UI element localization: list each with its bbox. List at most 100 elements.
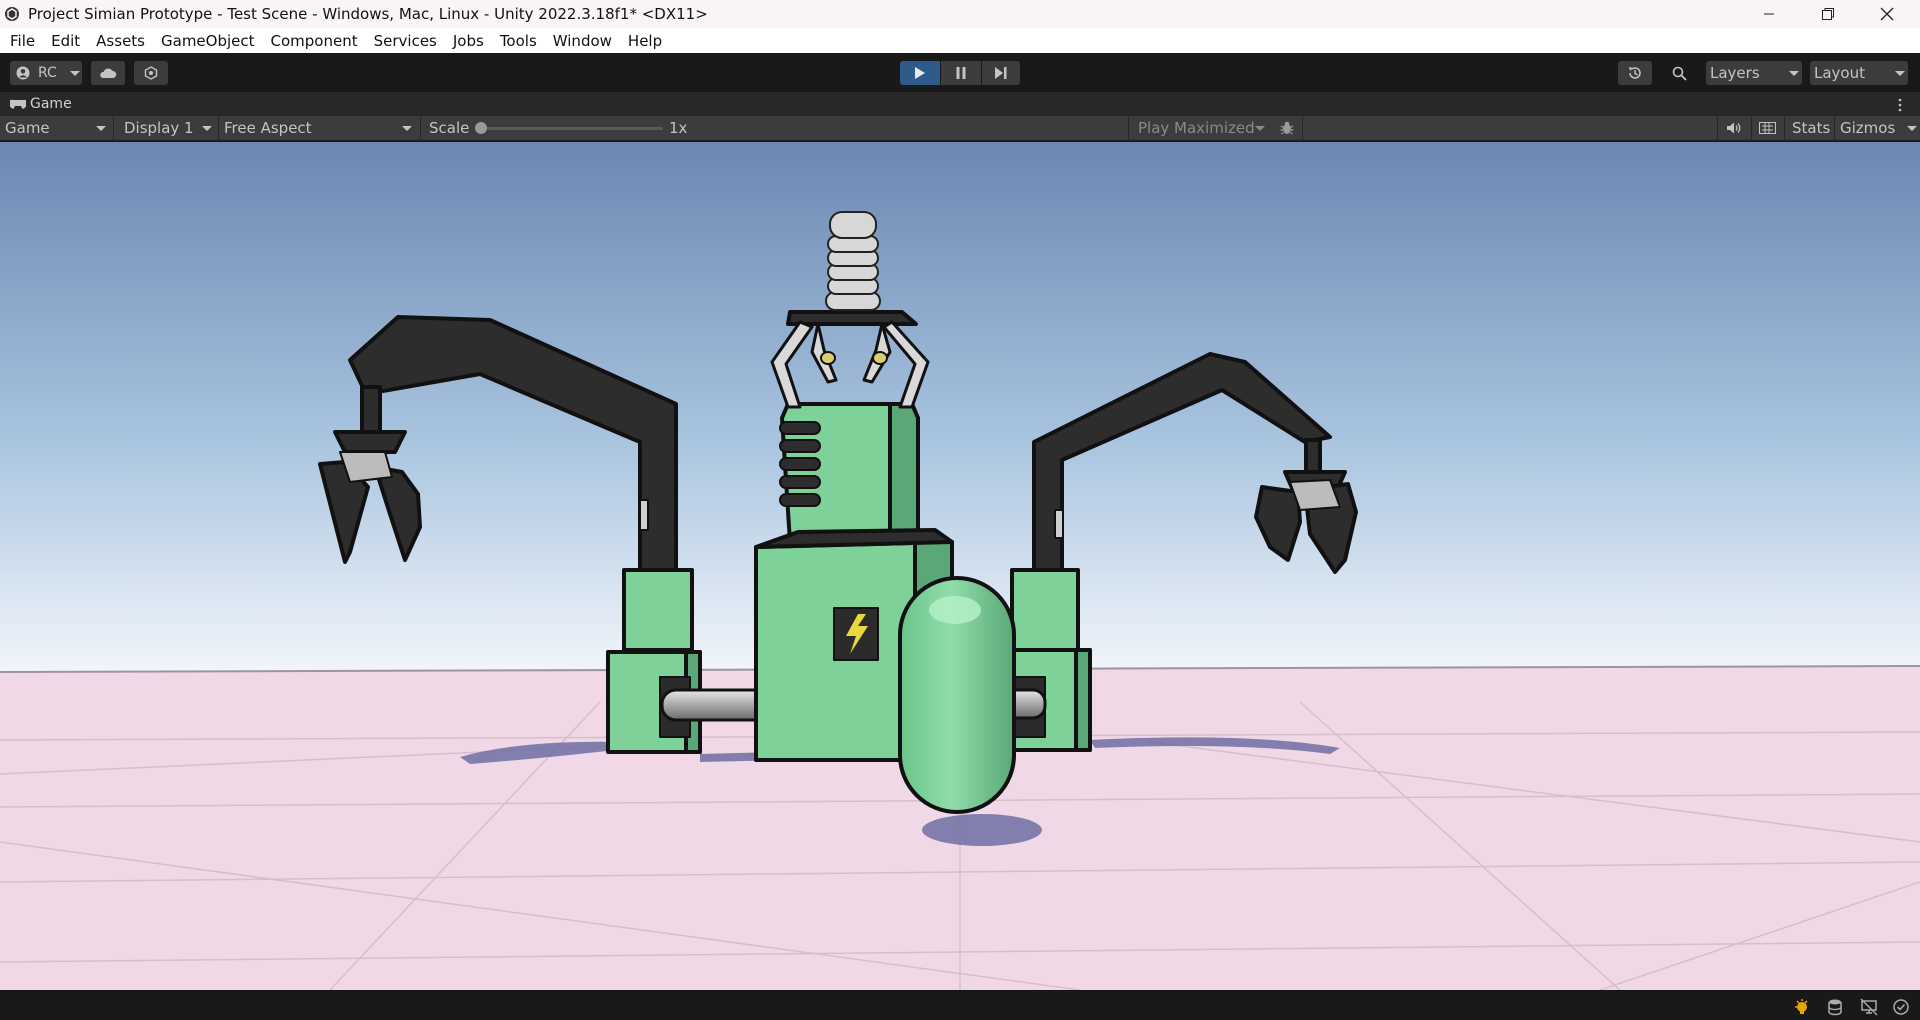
cache-server-button[interactable] [1826, 998, 1844, 1016]
gamepad-icon [10, 99, 26, 109]
head-spring [825, 211, 881, 311]
network-icon [1860, 998, 1878, 1016]
scale-slider-thumb[interactable] [475, 122, 487, 134]
unity-logo-icon [5, 7, 19, 21]
game-view-toolbar: Game Display 1 Free Aspect Scale 1x Play… [0, 116, 1920, 141]
stats-button[interactable]: Stats [1792, 119, 1830, 137]
undo-history-button[interactable] [1618, 61, 1652, 85]
progress-status-button[interactable] [1892, 998, 1910, 1016]
menu-help[interactable]: Help [620, 32, 670, 50]
tab-options-menu[interactable] [1896, 97, 1904, 112]
aspect-label: Free Aspect [224, 119, 312, 137]
minimize-icon [1764, 13, 1774, 15]
layers-label: Layers [1710, 64, 1760, 82]
cloud-button[interactable] [91, 61, 125, 85]
gizmos-label: Gizmos [1840, 119, 1896, 137]
tab-game[interactable]: Game [10, 96, 72, 112]
divider [1784, 116, 1785, 141]
game-scene [0, 142, 1920, 990]
view-mode-dropdown[interactable]: Game [0, 116, 112, 140]
account-icon [16, 66, 30, 80]
game-tab-bar: Game [0, 92, 1920, 116]
scale-slider[interactable] [475, 122, 663, 134]
account-label: RC [38, 65, 57, 81]
restore-icon [1822, 8, 1834, 20]
chevron-down-icon [1907, 126, 1917, 131]
menu-file[interactable]: File [0, 32, 43, 50]
play-icon [915, 67, 925, 79]
play-mode-label: Play Maximized [1138, 119, 1255, 137]
view-mode-label: Game [5, 119, 50, 137]
tab-game-label: Game [30, 96, 72, 112]
restore-button[interactable] [1799, 0, 1857, 28]
status-bar [0, 990, 1920, 1020]
keyboard-icon [1758, 122, 1776, 134]
chevron-down-icon [96, 126, 106, 131]
right-leg [1003, 568, 1092, 752]
more-vertical-icon [1898, 98, 1902, 112]
close-icon [1880, 7, 1894, 21]
history-icon [1629, 67, 1641, 79]
close-button[interactable] [1858, 0, 1916, 28]
chevron-down-icon [402, 126, 412, 131]
menu-window[interactable]: Window [545, 32, 620, 50]
search-button[interactable] [1662, 61, 1696, 85]
divider [1751, 116, 1752, 141]
menu-assets[interactable]: Assets [88, 32, 153, 50]
layout-dropdown[interactable]: Layout [1810, 61, 1908, 85]
main-toolbar: RC Layers Layout [0, 53, 1920, 92]
collab-icon [144, 66, 158, 80]
chevron-down-icon [1895, 71, 1905, 76]
bug-icon [1280, 121, 1294, 135]
check-circle-icon [1893, 999, 1909, 1015]
scale-value: 1x [669, 119, 688, 137]
menu-jobs[interactable]: Jobs [445, 32, 492, 50]
display-label: Display 1 [124, 119, 194, 137]
speaker-icon [1727, 122, 1741, 134]
display-dropdown[interactable]: Display 1 [119, 116, 217, 140]
chevron-down-icon [1789, 71, 1799, 76]
divider [113, 116, 114, 141]
menu-component[interactable]: Component [263, 32, 366, 50]
menu-bar: File Edit Assets GameObject Component Se… [0, 28, 1920, 53]
lightbulb-icon [1795, 999, 1808, 1014]
gizmos-dropdown[interactable]: Gizmos [1835, 116, 1920, 140]
game-viewport[interactable] [0, 142, 1920, 990]
chevron-down-icon [1255, 126, 1265, 131]
chevron-down-icon [70, 71, 80, 76]
aspect-dropdown[interactable]: Free Aspect [219, 116, 419, 140]
cloud-icon [100, 68, 117, 78]
database-icon [1828, 999, 1842, 1016]
collab-button[interactable] [134, 61, 168, 85]
lighting-status-button[interactable] [1794, 998, 1812, 1016]
front-capsule [898, 576, 1016, 814]
pause-icon [956, 67, 966, 79]
scale-label: Scale [429, 119, 470, 137]
divider [1302, 116, 1303, 141]
menu-tools[interactable]: Tools [492, 32, 545, 50]
chevron-down-icon [202, 126, 212, 131]
menu-services[interactable]: Services [366, 32, 445, 50]
minimize-button[interactable] [1740, 0, 1798, 28]
network-status-button[interactable] [1860, 998, 1878, 1016]
play-mode-dropdown[interactable]: Play Maximized [1133, 116, 1271, 140]
play-button[interactable] [900, 61, 940, 85]
shortcuts-button[interactable] [1755, 119, 1779, 137]
layout-label: Layout [1814, 64, 1865, 82]
window-title: Project Simian Prototype - Test Scene - … [28, 5, 708, 23]
account-dropdown[interactable]: RC [10, 61, 82, 85]
menu-gameobject[interactable]: GameObject [153, 32, 263, 50]
divider [420, 116, 421, 141]
mute-audio-button[interactable] [1722, 119, 1746, 137]
torso-coils [779, 421, 821, 507]
step-button[interactable] [982, 61, 1020, 85]
divider [1128, 116, 1129, 141]
layers-dropdown[interactable]: Layers [1706, 61, 1802, 85]
pause-button[interactable] [941, 61, 981, 85]
divider [1717, 116, 1718, 141]
title-bar: Project Simian Prototype - Test Scene - … [0, 0, 1920, 28]
step-icon [995, 67, 1007, 79]
search-icon [1672, 66, 1687, 81]
menu-edit[interactable]: Edit [43, 32, 88, 50]
debug-button[interactable] [1276, 118, 1298, 138]
